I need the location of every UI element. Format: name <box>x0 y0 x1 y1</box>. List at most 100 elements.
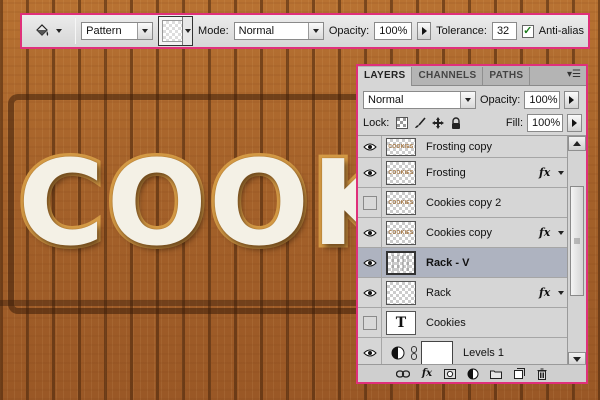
opacity-input[interactable]: 100% <box>374 22 413 40</box>
layer-row-levels-1[interactable]: Levels 1 <box>358 337 567 367</box>
opacity-label: Opacity: <box>328 25 370 37</box>
lock-pixels-brush-icon[interactable] <box>414 116 426 129</box>
tool-preset-picker[interactable] <box>26 18 70 44</box>
cookie-text: COOKIES <box>18 138 363 268</box>
fill-input[interactable]: 100% <box>527 113 563 132</box>
blend-mode-select[interactable]: Normal <box>363 91 476 109</box>
text-layer-icon: T <box>386 310 416 335</box>
paint-bucket-icon <box>36 24 49 36</box>
eye-icon <box>362 143 377 150</box>
new-layer-icon[interactable] <box>513 367 525 381</box>
expand-effects-icon[interactable] <box>555 230 567 235</box>
layer-name: Cookies copy 2 <box>426 196 502 209</box>
layer-name: Levels 1 <box>463 346 504 359</box>
tolerance-label: Tolerance: <box>436 25 487 37</box>
link-chain-icon[interactable] <box>409 345 419 360</box>
layer-thumbnail: COOKIES <box>386 190 416 215</box>
layer-opacity-slider-button[interactable] <box>564 91 580 109</box>
layer-thumbnail <box>386 250 416 275</box>
visibility-toggle[interactable] <box>358 217 382 248</box>
scroll-up-button[interactable] <box>568 136 586 151</box>
tolerance-input[interactable]: 32 <box>491 22 517 40</box>
chevron-right-icon <box>572 118 577 127</box>
fill-slider-button[interactable] <box>567 113 582 132</box>
chevron-down-icon <box>136 23 152 39</box>
fx-icon[interactable]: fx <box>539 286 555 299</box>
layer-name: Rack <box>426 286 452 299</box>
lock-label: Lock: <box>363 116 390 129</box>
panel-tabs: LAYERS CHANNELS PATHS ▾☰ <box>358 66 586 86</box>
new-group-folder-icon[interactable] <box>490 367 502 381</box>
eye-icon <box>362 349 377 356</box>
add-mask-icon[interactable] <box>444 367 456 381</box>
visibility-toggle[interactable] <box>358 337 382 367</box>
chevron-down-icon <box>307 23 323 39</box>
layer-thumbnail: COOKIES <box>386 137 416 156</box>
fill-label: Fill: <box>505 116 523 129</box>
lock-position-move-icon[interactable] <box>432 116 445 129</box>
link-layers-icon[interactable] <box>396 367 410 381</box>
layer-row-rack-v[interactable]: Rack - V <box>358 247 567 278</box>
new-adjustment-layer-icon[interactable] <box>467 367 479 381</box>
tool-options-bar: Pattern Mode: Normal Opacity: 100% Toler… <box>20 13 590 49</box>
layer-thumbnail: COOKIES <box>386 220 416 245</box>
layer-thumbnail: COOKIES <box>386 160 416 185</box>
layer-row-cookies-copy[interactable]: COOKIES Cookies copy fx <box>358 217 567 248</box>
pattern-picker[interactable] <box>157 16 194 46</box>
chevron-right-icon <box>569 96 575 104</box>
layer-name: Rack - V <box>426 256 470 269</box>
expand-effects-icon[interactable] <box>555 170 567 175</box>
layer-row-frosting-copy[interactable]: COOKIES Frosting copy <box>358 136 567 158</box>
fill-source-value: Pattern <box>86 25 122 37</box>
layer-mask-thumbnail <box>421 340 453 365</box>
antialias-checkbox[interactable]: ✓ <box>521 24 534 38</box>
layer-thumbnail <box>386 280 416 305</box>
rack-bar <box>0 300 360 306</box>
antialias-label: Anti-alias <box>538 25 584 37</box>
scroll-thumb[interactable] <box>570 186 584 296</box>
fx-icon[interactable]: fx <box>539 166 555 179</box>
chevron-right-icon <box>421 27 427 35</box>
hidden-box-icon <box>362 315 377 330</box>
tab-channels[interactable]: CHANNELS <box>412 67 484 85</box>
visibility-toggle[interactable] <box>358 307 382 338</box>
visibility-toggle[interactable] <box>358 187 382 218</box>
layer-opacity-input[interactable]: 100% <box>524 91 561 109</box>
opacity-slider-button[interactable] <box>417 22 432 40</box>
layers-panel: LAYERS CHANNELS PATHS ▾☰ Normal Opacity:… <box>356 64 588 384</box>
layer-name: Frosting copy <box>426 140 493 153</box>
lock-transparency-icon[interactable] <box>396 116 409 129</box>
layer-style-fx-icon[interactable]: fx <box>421 367 433 381</box>
mode-select[interactable]: Normal <box>233 22 324 40</box>
visibility-toggle[interactable] <box>358 247 382 278</box>
lock-all-padlock-icon[interactable] <box>450 116 462 129</box>
layer-row-rack[interactable]: Rack fx <box>358 277 567 308</box>
fx-icon[interactable]: fx <box>539 226 555 239</box>
visibility-toggle[interactable] <box>358 136 382 158</box>
lock-icons <box>396 116 462 129</box>
layer-row-frosting[interactable]: COOKIES Frosting fx <box>358 157 567 188</box>
fill-source-select[interactable]: Pattern <box>81 22 153 40</box>
layer-opacity-label: Opacity: <box>480 94 521 106</box>
delete-layer-trash-icon[interactable] <box>536 367 548 381</box>
visibility-toggle[interactable] <box>358 157 382 188</box>
layer-row-cookies-copy-2[interactable]: COOKIES Cookies copy 2 <box>358 187 567 218</box>
layer-name: Frosting <box>426 166 466 179</box>
chevron-down-icon <box>182 17 193 45</box>
layer-list-scrollbar[interactable] <box>567 136 586 367</box>
mode-label: Mode: <box>198 25 229 37</box>
chevron-down-icon <box>56 29 63 33</box>
visibility-toggle[interactable] <box>358 277 382 308</box>
layer-row-cookies[interactable]: T Cookies <box>358 307 567 338</box>
divider <box>75 18 77 44</box>
tab-layers[interactable]: LAYERS <box>358 67 413 86</box>
eye-icon <box>362 229 377 236</box>
tab-paths[interactable]: PATHS <box>483 67 531 85</box>
cookie-text-artwork: COOKIES <box>18 138 363 268</box>
layer-name: Cookies copy <box>426 226 493 239</box>
chevron-down-icon <box>460 92 475 108</box>
panel-menu-icon[interactable]: ▾☰ <box>567 70 581 80</box>
mode-value: Normal <box>238 25 275 37</box>
expand-effects-icon[interactable] <box>555 290 567 295</box>
eye-icon <box>362 169 377 176</box>
